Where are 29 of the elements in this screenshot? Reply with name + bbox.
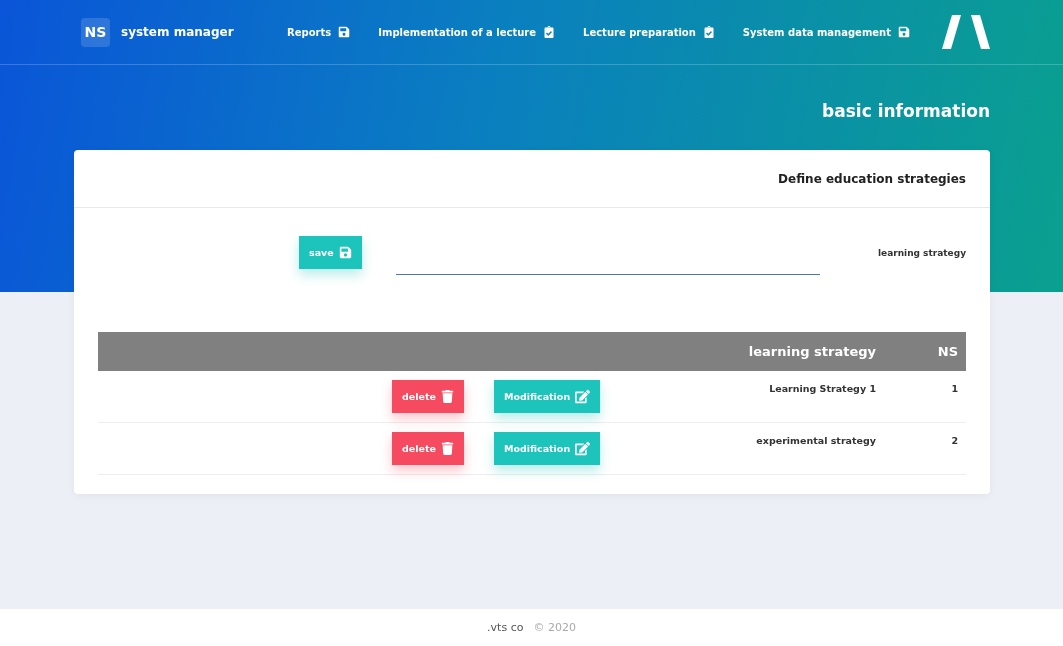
nav-link[interactable]: System data management xyxy=(742,26,910,38)
copyright-text: © 2020 xyxy=(533,621,576,634)
logo-icon xyxy=(942,15,990,49)
brand-title: system manager xyxy=(121,25,234,39)
delete-button[interactable]: delete xyxy=(392,380,464,413)
column-header: learning strategy xyxy=(747,344,877,359)
table-cell-text: experimental strategy xyxy=(755,434,877,448)
nav-link[interactable]: Implementation of a lecture xyxy=(378,26,555,38)
edit-icon xyxy=(575,441,591,456)
modification-button[interactable]: Modification xyxy=(493,380,601,413)
company-name: .vts co xyxy=(487,621,524,634)
save-button[interactable]: save xyxy=(299,236,362,269)
clipboard-check-icon xyxy=(543,26,555,38)
clipboard-check-icon xyxy=(702,26,715,38)
modification-button[interactable]: Modification xyxy=(493,432,601,465)
table-cell-text: 2 xyxy=(950,434,959,448)
card-title: Define education strategies xyxy=(778,171,966,186)
table-cell-text: Learning Strategy 1 xyxy=(768,382,877,396)
nav-link[interactable]: Lecture preparation xyxy=(583,26,715,38)
edit-icon xyxy=(575,389,591,404)
column-header: NS xyxy=(936,344,959,359)
nav-link[interactable]: Reports xyxy=(287,26,351,38)
trash-icon xyxy=(440,390,454,403)
page-title: basic information xyxy=(821,101,990,121)
trash-icon xyxy=(440,442,454,455)
brand-badge: NS xyxy=(81,17,110,47)
delete-button[interactable]: delete xyxy=(392,432,464,465)
field-label: learning strategy xyxy=(877,247,966,258)
table-cell-text: 1 xyxy=(950,382,959,396)
